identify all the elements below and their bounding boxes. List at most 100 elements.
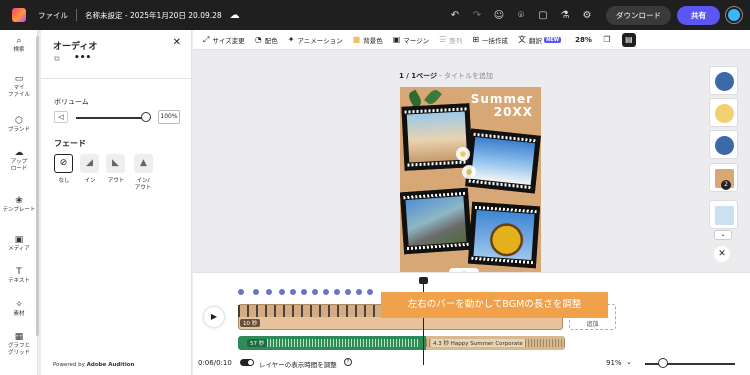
keyframe-dot[interactable]	[323, 289, 329, 295]
sidebar-item-my-files[interactable]: ▭ マイ ファイル	[0, 75, 38, 99]
film-photo-sunflower[interactable]	[467, 201, 541, 269]
zoom-dropdown[interactable]: 28%	[575, 36, 592, 44]
sticker-thumbnail[interactable]	[709, 98, 738, 127]
sidebar-item-upload[interactable]: ☁ アップ ロード	[0, 148, 38, 173]
sidebar-scrollbar[interactable]	[36, 36, 39, 336]
document-title[interactable]: 名称未設定 - 2025年1月20日 20.09.28	[85, 10, 222, 21]
audio-waveform	[258, 339, 418, 347]
keyframe-dot[interactable]	[356, 289, 362, 295]
user-add-icon[interactable]: ☺	[490, 10, 508, 21]
volume-value-field[interactable]: 100%	[158, 110, 180, 124]
translate-label: 翻訳	[529, 36, 543, 45]
avatar[interactable]	[726, 7, 742, 23]
animation-button[interactable]: ✦ アニメーション	[288, 35, 343, 45]
playhead-handle[interactable]	[419, 277, 428, 284]
fade-in-out-button[interactable]: ▲	[134, 154, 153, 173]
file-menu[interactable]: ファイル	[38, 10, 68, 21]
close-icon[interactable]: ✕	[173, 37, 181, 48]
blue-flower-thumb	[715, 72, 734, 91]
redo-icon[interactable]: ↷	[468, 10, 486, 21]
sticker-thumbnail[interactable]	[709, 200, 738, 229]
brand-icon: ⬡	[15, 116, 23, 126]
keyframe-dot[interactable]	[301, 289, 307, 295]
sidebar-item-media[interactable]: ▣ メディア	[0, 236, 38, 253]
more-button[interactable]: •••	[74, 53, 91, 63]
resize-button[interactable]: ⤢ サイズ変更	[203, 35, 245, 45]
keyframe-dot[interactable]	[334, 289, 340, 295]
fade-in-label: イン	[84, 178, 96, 184]
sidebar-item-text[interactable]: T テキスト	[0, 267, 38, 285]
keyframe-dot[interactable]	[290, 289, 296, 295]
play-button[interactable]: ▶	[204, 307, 224, 327]
lab-icon[interactable]: ⚗	[556, 10, 574, 21]
sidebar-item-charts-grids[interactable]: ▦ グラフと グリッド	[0, 333, 38, 357]
blue-flower-thumb	[715, 136, 734, 155]
download-button[interactable]: ダウンロード	[606, 5, 671, 25]
film-photo-road[interactable]	[400, 187, 473, 255]
adobe-express-logo[interactable]	[12, 8, 26, 22]
color-scheme-button[interactable]: ◔ 配色	[255, 35, 278, 45]
film-photo-sky[interactable]	[465, 128, 541, 194]
undo-icon[interactable]: ↶	[446, 10, 464, 21]
background-color-button[interactable]: ■ 背景色	[353, 35, 383, 45]
layer-duration-toggle[interactable]	[240, 359, 254, 366]
keyframe-dot[interactable]	[238, 289, 244, 295]
settings-icon[interactable]: ⚙	[578, 10, 596, 21]
sidebar-item-brand[interactable]: ⬡ ブランド	[0, 116, 38, 134]
fade-out-button[interactable]: ◣	[106, 154, 125, 173]
panel-title: オーディオ	[53, 42, 98, 52]
fade-out-label: アウト	[107, 178, 125, 184]
timeline-zoom-value[interactable]: 91%	[606, 359, 622, 367]
comment-icon[interactable]: ▢	[534, 10, 552, 21]
fade-out-icon: ◣	[112, 158, 119, 168]
chevron-down-icon[interactable]: ⌄	[626, 358, 632, 366]
timeline-zoom-thumb[interactable]	[658, 358, 668, 368]
chevron-down-icon[interactable]: ⌄	[714, 230, 732, 240]
margin-button[interactable]: ▣ マージン	[393, 35, 429, 45]
fade-in-button[interactable]: ◢	[80, 154, 99, 173]
volume-slider[interactable]	[76, 117, 146, 119]
background-color-icon: ■	[352, 35, 361, 44]
layers-icon[interactable]: ❐	[599, 32, 614, 47]
sidebar-item-templates[interactable]: ❀ テンプレート	[0, 197, 38, 214]
road-photo	[405, 196, 467, 246]
text-icon: T	[16, 267, 22, 277]
bulk-create-label: 一括作成	[482, 36, 509, 45]
sidebar-item-search[interactable]: ⌕ 検索	[0, 37, 38, 54]
sidebar-item-elements[interactable]: ✧ 素材	[0, 301, 38, 318]
sidebar-item-label: ブランド	[7, 127, 30, 133]
align-button[interactable]: ☰ 整列	[439, 35, 462, 45]
add-label: 追加	[586, 321, 599, 328]
align-label: 整列	[449, 36, 463, 45]
fade-in-out-icon: ▲	[140, 158, 147, 168]
keyframe-dot[interactable]	[345, 289, 351, 295]
info-icon[interactable]: ?	[344, 358, 352, 366]
copy-icon[interactable]: ⧉	[54, 54, 60, 64]
bulk-create-button[interactable]: ⊞ 一括作成	[472, 35, 508, 45]
poster-title-line2: 20XX	[493, 105, 533, 119]
translate-button[interactable]: 文翻訳 NEW	[518, 34, 562, 45]
speaker-icon[interactable]: ◁	[54, 111, 68, 123]
keyframe-dot[interactable]	[266, 289, 272, 295]
bulk-create-icon: ⊞	[472, 35, 480, 44]
close-icon[interactable]: ✕	[714, 246, 730, 262]
poster-page[interactable]: Summer 20XX	[400, 87, 541, 272]
play-icon: ▶	[210, 312, 218, 321]
share-button[interactable]: 共有	[677, 5, 720, 25]
poster-title[interactable]: Summer 20XX	[471, 93, 533, 119]
timeline-panel: ▶ 10 秒 追加 57 秒 4.3 秒 Happy Summer Corpor…	[193, 272, 750, 375]
timeline-icon[interactable]: ▤	[621, 32, 636, 47]
add-title-link[interactable]: - タイトルを追加	[439, 72, 493, 80]
keyframe-dot[interactable]	[367, 289, 373, 295]
sticker-thumbnail[interactable]	[709, 130, 738, 159]
keyframe-dot[interactable]	[279, 289, 285, 295]
fade-none-button[interactable]: ⊘	[54, 154, 73, 173]
sticker-thumbnail[interactable]	[709, 66, 738, 95]
upload-icon: ☁	[14, 148, 24, 158]
volume-slider-thumb[interactable]	[141, 112, 151, 122]
keyframe-dot[interactable]	[312, 289, 318, 295]
location-icon[interactable]: ⌾	[512, 10, 530, 21]
leaf-decoration	[424, 87, 442, 107]
keyframe-dot[interactable]	[253, 289, 259, 295]
time-readout: 0:06/0:10	[198, 359, 232, 367]
